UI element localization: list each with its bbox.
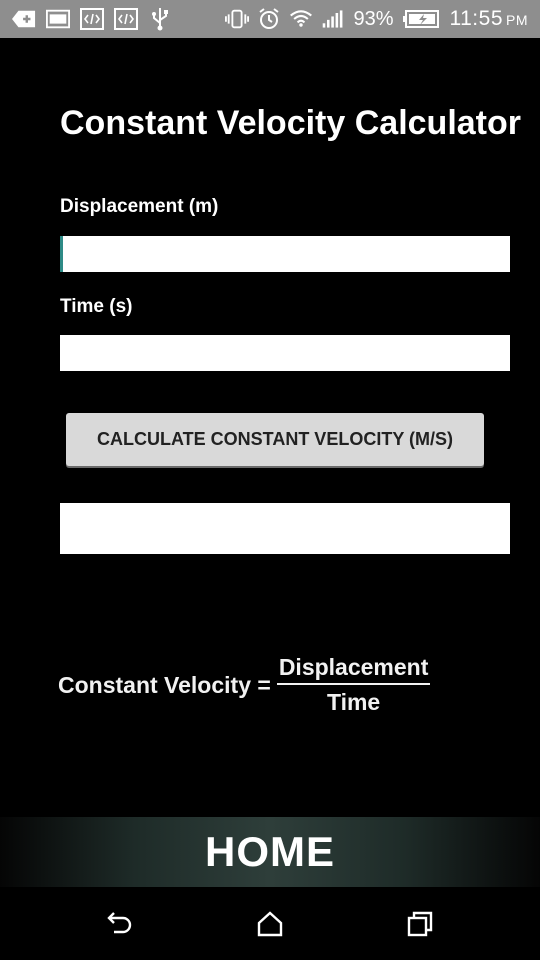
formula-fraction: Displacement Time [276, 654, 431, 716]
formula-image: Constant Velocity = Displacement Time [58, 650, 431, 720]
navigation-bar [0, 887, 540, 960]
displacement-input[interactable] [60, 236, 510, 272]
formula-denominator: Time [326, 689, 381, 715]
home-button[interactable]: HOME [0, 817, 540, 887]
recents-icon[interactable] [405, 909, 435, 939]
result-field [60, 503, 510, 554]
home-icon[interactable] [255, 909, 285, 939]
time-input[interactable] [60, 335, 510, 371]
formula-lhs: Constant Velocity = [58, 671, 271, 698]
home-button-label: HOME [205, 828, 335, 875]
usb-icon [148, 8, 172, 31]
displacement-label: Displacement (m) [60, 196, 219, 217]
calculate-button[interactable]: CALCULATE CONSTANT VELOCITY (M/S) [66, 413, 484, 466]
signal-icon [321, 8, 345, 30]
code-icon [114, 8, 138, 30]
formula-numerator: Displacement [276, 654, 431, 685]
alarm-icon [257, 8, 281, 30]
time-label: Time (s) [60, 296, 133, 317]
wifi-icon [289, 8, 313, 30]
add-icon [12, 8, 36, 30]
status-bar-left-icons [12, 4, 172, 34]
back-icon[interactable] [105, 909, 135, 939]
status-bar-right-icons: 93% 11:55 PM [225, 4, 528, 34]
battery-percent: 93% [353, 7, 394, 30]
code-icon [80, 8, 104, 30]
vibrate-icon [225, 8, 250, 30]
page-title: Constant Velocity Calculator [60, 104, 521, 142]
battery-charging-icon [402, 8, 442, 30]
clock: 11:55 PM [449, 7, 528, 30]
status-bar: 93% 11:55 PM [0, 0, 540, 38]
image-icon [46, 8, 70, 30]
